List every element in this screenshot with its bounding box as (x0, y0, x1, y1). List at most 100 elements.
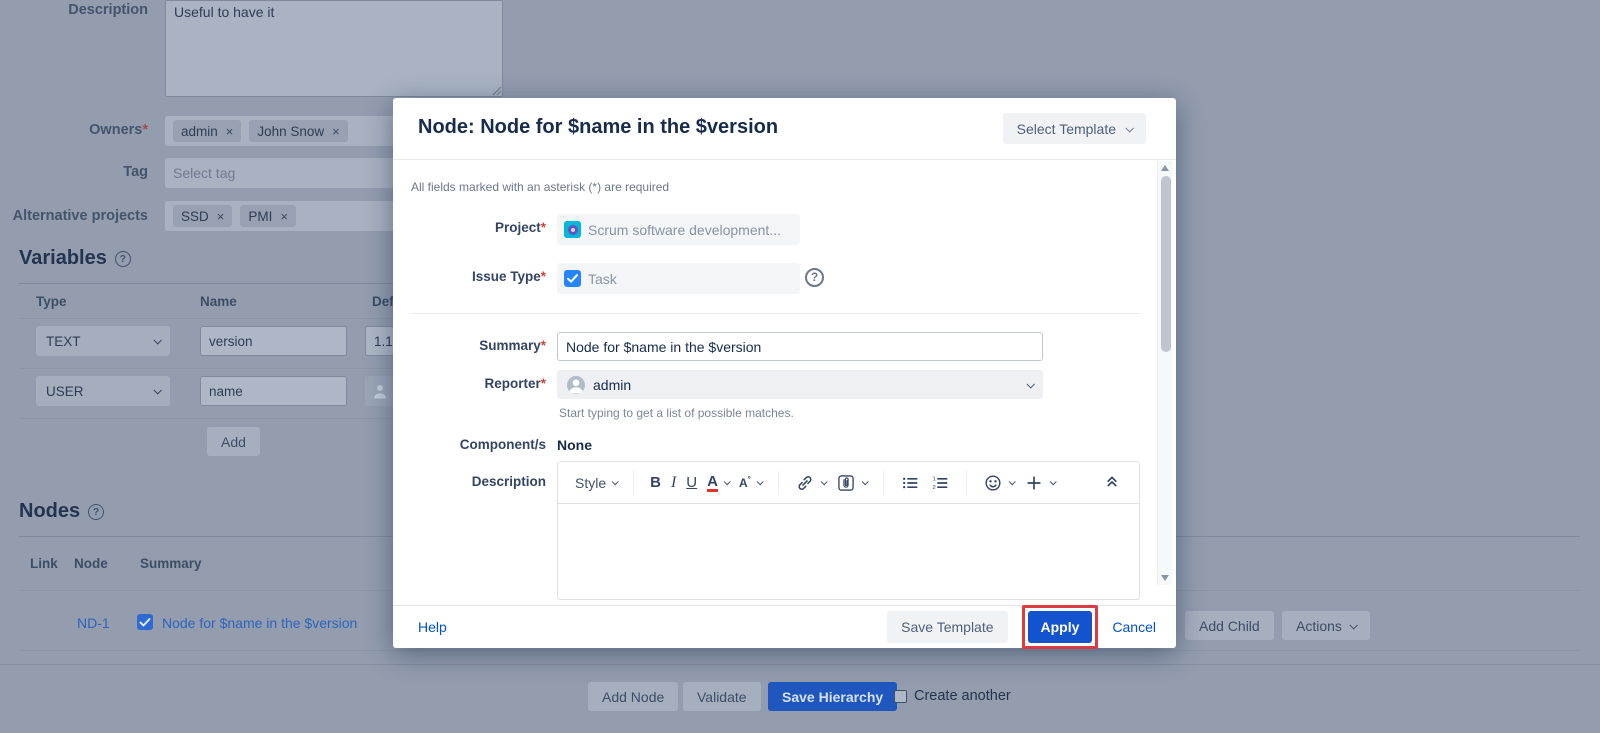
close-icon[interactable]: × (226, 124, 234, 139)
chevron-down-icon (821, 478, 828, 485)
nodes-col-summary: Summary (140, 556, 202, 571)
collapse-toolbar-icon[interactable] (1103, 471, 1121, 494)
help-icon[interactable]: ? (805, 268, 824, 287)
emoji-icon[interactable] (978, 473, 1019, 493)
insert-more-icon[interactable] (1019, 473, 1060, 493)
app-screen: Description Useful to have it Owners* ad… (0, 0, 1600, 733)
components-label: Component/s (400, 437, 546, 452)
help-icon[interactable]: ? (115, 251, 131, 267)
chevron-down-icon (1125, 124, 1133, 132)
alternative-projects-label: Alternative projects (0, 208, 148, 224)
reporter-select[interactable]: admin (557, 370, 1043, 399)
variable-name-input[interactable] (200, 376, 347, 406)
editor-body[interactable] (558, 504, 1139, 600)
add-variable-button[interactable]: Add (207, 427, 260, 456)
resize-handle-icon[interactable] (492, 86, 502, 96)
select-template-button[interactable]: Select Template (1003, 113, 1146, 144)
project-field: Scrum software development... (557, 214, 800, 245)
summary-label: Summary* (400, 338, 546, 353)
reporter-hint: Start typing to get a list of possible m… (559, 406, 794, 420)
link-icon[interactable] (790, 473, 831, 493)
issue-type-field: Task (557, 263, 800, 294)
chevron-down-icon (724, 478, 731, 485)
owner-tag: John Snow× (249, 120, 347, 142)
project-label: Project* (400, 220, 546, 235)
svg-text:2: 2 (932, 484, 935, 490)
create-another-checkbox[interactable] (894, 690, 907, 703)
chevron-down-icon (1349, 621, 1357, 629)
chevron-down-icon (153, 386, 161, 394)
help-link[interactable]: Help (418, 619, 447, 635)
text-color-icon[interactable]: A (702, 474, 734, 492)
bullet-list-icon[interactable] (895, 473, 925, 493)
dialog-title: Node: Node for $name in the $version (418, 116, 778, 139)
reporter-label: Reporter* (400, 376, 546, 391)
variables-col-name: Name (200, 294, 237, 309)
save-template-button[interactable]: Save Template (887, 611, 1007, 643)
numbered-list-icon[interactable]: 12 (925, 473, 955, 493)
apply-button[interactable]: Apply (1028, 611, 1093, 643)
owner-tag: admin× (173, 120, 241, 142)
description-textarea[interactable]: Useful to have it (165, 0, 503, 97)
chevron-down-icon (1026, 380, 1034, 388)
user-avatar-icon (567, 376, 585, 394)
user-avatar-icon (365, 376, 395, 406)
add-child-button[interactable]: Add Child (1185, 611, 1274, 640)
variables-col-type: Type (36, 294, 67, 309)
description-editor: Style B I U A A° (557, 461, 1140, 600)
summary-input[interactable] (557, 332, 1043, 361)
editor-toolbar: Style B I U A A° (558, 462, 1139, 504)
variables-col-default: Def (372, 294, 394, 309)
add-node-button[interactable]: Add Node (588, 682, 678, 711)
attachment-icon[interactable] (831, 473, 872, 493)
chevron-down-icon (1050, 478, 1057, 485)
components-value: None (557, 437, 592, 453)
modal-scrollbar[interactable] (1157, 161, 1172, 585)
issue-type-label: Issue Type* (400, 269, 546, 284)
task-icon (564, 270, 581, 287)
underline-icon[interactable]: U (681, 474, 702, 491)
style-dropdown[interactable]: Style (570, 475, 622, 491)
chevron-down-icon (153, 336, 161, 344)
svg-text:1: 1 (932, 476, 935, 482)
required-fields-note: All fields marked with an asterisk (*) a… (411, 180, 669, 194)
create-another-label: Create another (914, 688, 1011, 704)
chevron-down-icon (1009, 478, 1016, 485)
description-label: Description (400, 474, 546, 489)
actions-button[interactable]: Actions (1282, 611, 1370, 640)
scroll-down-icon[interactable] (1161, 575, 1169, 581)
help-icon[interactable]: ? (88, 504, 104, 520)
cancel-link[interactable]: Cancel (1112, 619, 1156, 635)
close-icon[interactable]: × (217, 209, 225, 224)
scrollbar-thumb[interactable] (1161, 176, 1171, 352)
save-hierarchy-button[interactable]: Save Hierarchy (768, 682, 897, 711)
owners-label: Owners* (0, 122, 148, 138)
node-summary-link[interactable]: Node for $name in the $version (162, 615, 357, 631)
nodes-col-node: Node (74, 556, 108, 571)
italic-icon[interactable]: I (666, 474, 681, 492)
description-label: Description (0, 2, 148, 18)
node-dialog: Node: Node for $name in the $version Sel… (393, 98, 1176, 648)
bold-icon[interactable]: B (645, 474, 666, 491)
validate-button[interactable]: Validate (683, 682, 761, 711)
project-tag: PMI× (240, 205, 296, 227)
variable-name-input[interactable] (200, 326, 347, 356)
chevron-down-icon (612, 478, 619, 485)
variable-type-select[interactable]: TEXT (36, 326, 170, 356)
apply-highlight-annotation: Apply (1022, 605, 1099, 649)
close-icon[interactable]: × (332, 124, 340, 139)
nodes-col-link: Link (30, 556, 58, 571)
node-key-link[interactable]: ND-1 (77, 615, 110, 631)
dialog-header: Node: Node for $name in the $version Sel… (393, 98, 1176, 160)
project-avatar-icon (564, 221, 581, 238)
close-icon[interactable]: × (280, 209, 288, 224)
tag-label: Tag (0, 164, 148, 180)
project-tag: SSD× (173, 205, 232, 227)
node-checkbox[interactable] (137, 614, 153, 630)
nodes-heading: Nodes? (19, 500, 104, 523)
scroll-up-icon[interactable] (1161, 165, 1169, 171)
background-color-icon[interactable]: A° (734, 475, 767, 490)
dialog-footer: Help Save Template Apply Cancel (393, 605, 1176, 648)
variable-type-select[interactable]: USER (36, 376, 170, 406)
chevron-down-icon (757, 478, 764, 485)
